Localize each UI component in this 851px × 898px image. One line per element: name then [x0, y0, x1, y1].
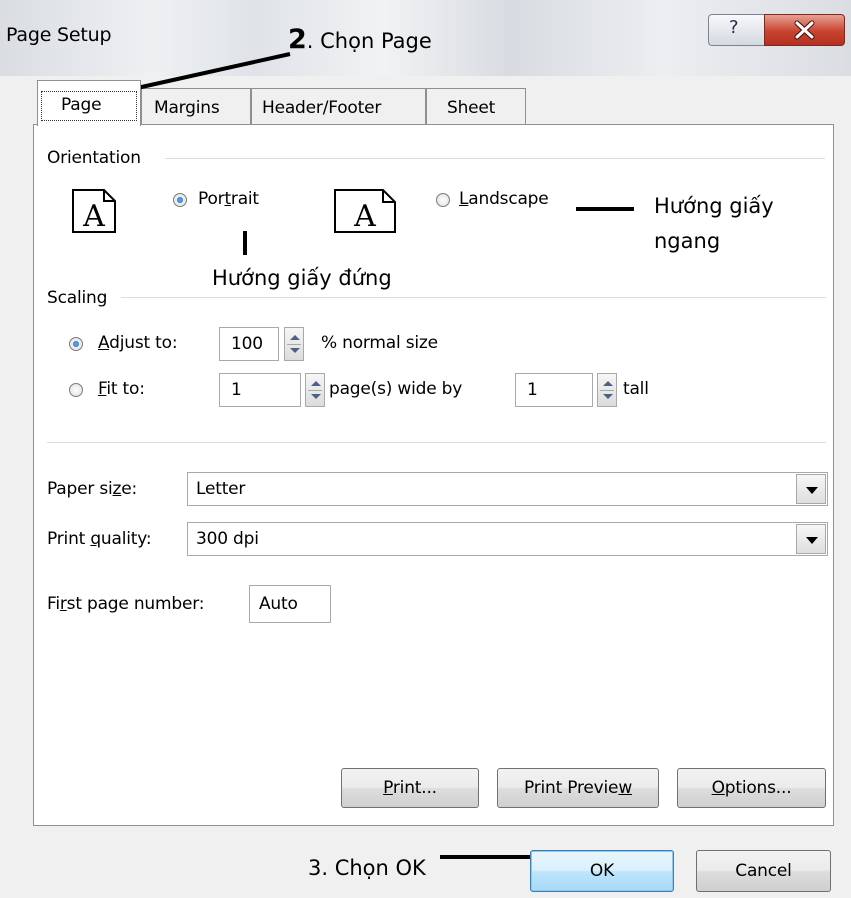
- adjust-to-label: Adjust to:: [98, 333, 178, 353]
- fit-wide-value: 1: [231, 380, 242, 400]
- fit-wide-input[interactable]: 1: [219, 373, 301, 407]
- paper-size-select[interactable]: Letter: [187, 472, 828, 506]
- print-quality-dropdown-arrow-icon[interactable]: [796, 524, 826, 554]
- separator-line: [47, 442, 826, 443]
- print-button-label: Print...: [383, 778, 437, 798]
- landscape-radio[interactable]: [436, 193, 450, 207]
- annotation-landscape-note-2: ngang: [654, 229, 721, 253]
- portrait-label: Portrait: [198, 189, 259, 209]
- annotation-landscape-note-1: Hướng giấy: [654, 194, 774, 218]
- portrait-radio[interactable]: [173, 193, 187, 207]
- annotation-landscape-pointer: [576, 207, 634, 211]
- portrait-glyph: A: [82, 199, 105, 234]
- first-page-number-value: Auto: [259, 594, 298, 614]
- fit-wide-suffix: page(s) wide by: [329, 379, 463, 399]
- tab-page-label: Page: [61, 95, 102, 115]
- print-quality-label: Print quality:: [47, 529, 152, 549]
- landscape-glyph: A: [353, 199, 376, 234]
- scaling-group-line: [121, 297, 826, 298]
- print-preview-button-label: Print Preview: [523, 778, 633, 798]
- print-preview-button[interactable]: Print Preview: [497, 768, 659, 808]
- print-quality-value: 300 dpi: [196, 529, 259, 549]
- ok-button[interactable]: OK: [530, 850, 674, 892]
- portrait-page-icon: A: [72, 189, 116, 234]
- paper-size-value: Letter: [196, 479, 246, 499]
- orientation-group-line: [165, 158, 825, 159]
- annotation-choose-ok: 3. Chọn OK: [308, 856, 426, 880]
- fit-tall-input[interactable]: 1: [515, 373, 593, 407]
- adjust-to-input[interactable]: 100: [219, 327, 279, 361]
- print-quality-select[interactable]: 300 dpi: [187, 522, 828, 556]
- cancel-button[interactable]: Cancel: [696, 850, 831, 892]
- scaling-group-label: Scaling: [47, 288, 108, 308]
- fit-tall-spinner[interactable]: [597, 373, 617, 407]
- first-page-number-input[interactable]: Auto: [249, 585, 331, 623]
- adjust-to-value: 100: [231, 334, 263, 354]
- fit-wide-spinner[interactable]: [305, 373, 325, 407]
- paper-size-label: Paper size:: [47, 479, 138, 499]
- fit-tall-value: 1: [527, 380, 538, 400]
- orientation-group-label: Orientation: [47, 148, 141, 168]
- fit-to-label: Fit to:: [98, 379, 145, 399]
- cancel-button-label: Cancel: [735, 861, 792, 881]
- annotation-portrait-note: Hướng giấy đứng: [212, 266, 392, 290]
- annotation-portrait-pointer: [243, 231, 247, 255]
- options-button-label: Options...: [711, 778, 792, 798]
- fit-to-radio[interactable]: [69, 383, 83, 397]
- options-button[interactable]: Options...: [677, 768, 826, 808]
- landscape-page-icon: A: [334, 189, 396, 234]
- annotation-ok-pointer: [440, 855, 532, 859]
- print-button[interactable]: Print...: [341, 768, 479, 808]
- adjust-to-spinner[interactable]: [284, 327, 304, 361]
- ok-button-label: OK: [589, 861, 615, 881]
- first-page-number-label: First page number:: [47, 594, 205, 614]
- adjust-to-suffix: % normal size: [321, 333, 438, 353]
- adjust-to-radio[interactable]: [69, 337, 83, 351]
- tab-page[interactable]: Page: [37, 80, 141, 126]
- landscape-label: Landscape: [459, 189, 549, 209]
- page-setup-dialog: Page Setup ? 2. Chọn Page Page Margins H…: [0, 0, 851, 898]
- fit-tall-suffix: tall: [623, 379, 649, 399]
- paper-size-dropdown-arrow-icon[interactable]: [796, 474, 826, 504]
